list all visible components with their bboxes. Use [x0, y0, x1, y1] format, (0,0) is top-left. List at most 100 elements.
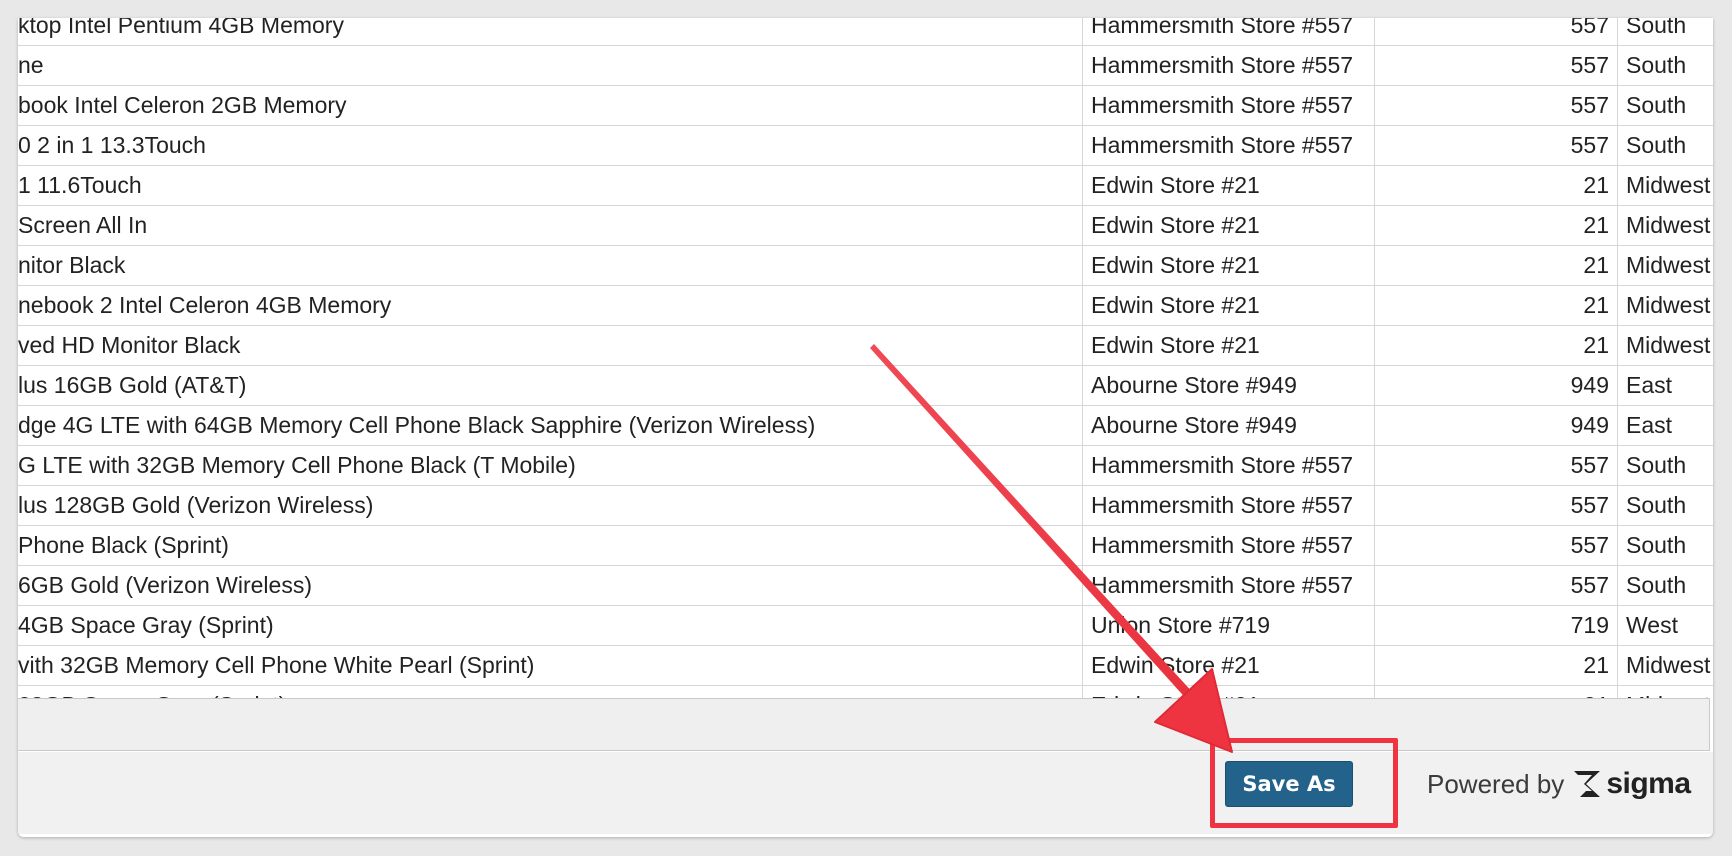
store-cell[interactable]: Hammersmith Store #557: [1082, 126, 1374, 165]
store-cell[interactable]: Hammersmith Store #557: [1082, 46, 1374, 85]
table-row[interactable]: 0 2 in 1 13.3Touch Hammersmith Store #557…: [18, 126, 1713, 166]
region-cell[interactable]: Midwest: [1617, 206, 1713, 245]
store-number-cell[interactable]: 21: [1374, 246, 1617, 285]
store-number-cell[interactable]: 21: [1374, 166, 1617, 205]
table-row[interactable]: Phone Black (Sprint) Hammersmith Store #5…: [18, 526, 1713, 566]
table-row[interactable]: ne Hammersmith Store #557 557 South: [18, 46, 1713, 86]
table-row[interactable]: lus 128GB Gold (Verizon Wireless) Hammers…: [18, 486, 1713, 526]
store-cell[interactable]: Abourne Store #949: [1082, 406, 1374, 445]
store-number-cell[interactable]: 21: [1374, 686, 1617, 698]
product-cell[interactable]: 1 11.6Touch: [18, 166, 1082, 205]
store-cell[interactable]: Hammersmith Store #557: [1082, 18, 1374, 45]
product-cell[interactable]: 0 2 in 1 13.3Touch: [18, 126, 1082, 165]
product-cell[interactable]: ne: [18, 46, 1082, 85]
region-cell[interactable]: South: [1617, 126, 1713, 165]
horizontal-scrollbar[interactable]: [18, 698, 1710, 751]
store-number-cell[interactable]: 557: [1374, 46, 1617, 85]
product-cell[interactable]: Phone Black (Sprint): [18, 526, 1082, 565]
table-row[interactable]: 1 11.6Touch Edwin Store #21 21 Midwest: [18, 166, 1713, 206]
region-cell[interactable]: Midwest: [1617, 166, 1713, 205]
product-cell[interactable]: lus 16GB Gold (AT&T): [18, 366, 1082, 405]
store-number-cell[interactable]: 557: [1374, 18, 1617, 45]
table-row[interactable]: nebook 2 Intel Celeron 4GB Memory Edwin S…: [18, 286, 1713, 326]
store-cell[interactable]: Edwin Store #21: [1082, 286, 1374, 325]
store-number-cell[interactable]: 557: [1374, 446, 1617, 485]
store-cell[interactable]: Union Store #719: [1082, 606, 1374, 645]
product-cell[interactable]: lus 128GB Gold (Verizon Wireless): [18, 486, 1082, 525]
table-row[interactable]: ved HD Monitor Black Edwin Store #21 21 Mid…: [18, 326, 1713, 366]
region-cell[interactable]: Midwest: [1617, 286, 1713, 325]
footer-divider: [18, 834, 1713, 837]
store-cell[interactable]: Abourne Store #949: [1082, 366, 1374, 405]
store-number-cell[interactable]: 557: [1374, 486, 1617, 525]
store-cell[interactable]: Edwin Store #21: [1082, 206, 1374, 245]
product-cell[interactable]: dge 4G LTE with 64GB Memory Cell Phone B…: [18, 406, 1082, 445]
table-row[interactable]: Screen All In Edwin Store #21 21 Midwest: [18, 206, 1713, 246]
store-number-cell[interactable]: 21: [1374, 646, 1617, 685]
product-cell[interactable]: nebook 2 Intel Celeron 4GB Memory: [18, 286, 1082, 325]
region-cell[interactable]: South: [1617, 486, 1713, 525]
region-cell[interactable]: Midwest: [1617, 246, 1713, 285]
store-cell[interactable]: Edwin Store #21: [1082, 326, 1374, 365]
region-cell[interactable]: West: [1617, 606, 1713, 645]
product-cell[interactable]: G LTE with 32GB Memory Cell Phone Black …: [18, 446, 1082, 485]
sigma-logo: sigma: [1572, 767, 1691, 801]
sigma-logo-icon: [1574, 771, 1601, 797]
store-cell[interactable]: Hammersmith Store #557: [1082, 526, 1374, 565]
store-number-cell[interactable]: 719: [1374, 606, 1617, 645]
store-number-cell[interactable]: 949: [1374, 366, 1617, 405]
region-cell[interactable]: South: [1617, 526, 1713, 565]
table-row[interactable]: book Intel Celeron 2GB Memory Hammersmith…: [18, 86, 1713, 126]
table-row[interactable]: ktop Intel Pentium 4GB Memory Hammersmith…: [18, 18, 1713, 46]
region-cell[interactable]: South: [1617, 566, 1713, 605]
product-cell[interactable]: 6GB Gold (Verizon Wireless): [18, 566, 1082, 605]
region-cell[interactable]: South: [1617, 446, 1713, 485]
powered-by-label: Powered by: [1427, 768, 1565, 799]
table-row[interactable]: vith 32GB Memory Cell Phone White Pearl …: [18, 646, 1713, 686]
store-cell[interactable]: Edwin Store #21: [1082, 166, 1374, 205]
region-cell[interactable]: East: [1617, 366, 1713, 405]
save-as-button[interactable]: Save As: [1225, 761, 1353, 807]
product-cell[interactable]: ved HD Monitor Black: [18, 326, 1082, 365]
store-number-cell[interactable]: 557: [1374, 86, 1617, 125]
store-number-cell[interactable]: 557: [1374, 126, 1617, 165]
region-cell[interactable]: South: [1617, 18, 1713, 45]
store-number-cell[interactable]: 557: [1374, 566, 1617, 605]
product-cell[interactable]: vith 32GB Memory Cell Phone White Pearl …: [18, 646, 1082, 685]
data-panel: ktop Intel Pentium 4GB Memory Hammersmith…: [18, 18, 1713, 837]
store-number-cell[interactable]: 21: [1374, 286, 1617, 325]
store-number-cell[interactable]: 21: [1374, 326, 1617, 365]
store-number-cell[interactable]: 949: [1374, 406, 1617, 445]
product-cell[interactable]: 4GB Space Gray (Sprint): [18, 606, 1082, 645]
data-table: ktop Intel Pentium 4GB Memory Hammersmith…: [18, 18, 1713, 698]
region-cell[interactable]: South: [1617, 86, 1713, 125]
product-cell[interactable]: Screen All In: [18, 206, 1082, 245]
powered-by-sigma[interactable]: Powered by sigma: [1427, 764, 1691, 804]
table-row[interactable]: nitor Black Edwin Store #21 21 Midwest: [18, 246, 1713, 286]
store-cell[interactable]: Edwin Store #21: [1082, 686, 1374, 698]
region-cell[interactable]: South: [1617, 46, 1713, 85]
store-number-cell[interactable]: 557: [1374, 526, 1617, 565]
region-cell[interactable]: Midwest: [1617, 686, 1713, 698]
product-cell[interactable]: book Intel Celeron 2GB Memory: [18, 86, 1082, 125]
region-cell[interactable]: East: [1617, 406, 1713, 445]
table-row[interactable]: 28GB Space Gray (Sprint)Edwin Store #212…: [18, 686, 1713, 698]
table-row[interactable]: G LTE with 32GB Memory Cell Phone Black …: [18, 446, 1713, 486]
product-cell[interactable]: 28GB Space Gray (Sprint): [18, 686, 1082, 698]
table-row[interactable]: lus 16GB Gold (AT&T) Abourne Store #949 94…: [18, 366, 1713, 406]
table-row[interactable]: 4GB Space Gray (Sprint) Union Store #719 7…: [18, 606, 1713, 646]
table-row[interactable]: dge 4G LTE with 64GB Memory Cell Phone B…: [18, 406, 1713, 446]
store-number-cell[interactable]: 21: [1374, 206, 1617, 245]
region-cell[interactable]: Midwest: [1617, 646, 1713, 685]
region-cell[interactable]: Midwest: [1617, 326, 1713, 365]
store-cell[interactable]: Edwin Store #21: [1082, 646, 1374, 685]
store-cell[interactable]: Hammersmith Store #557: [1082, 486, 1374, 525]
sigma-brand-name: sigma: [1606, 767, 1691, 800]
store-cell[interactable]: Edwin Store #21: [1082, 246, 1374, 285]
store-cell[interactable]: Hammersmith Store #557: [1082, 446, 1374, 485]
store-cell[interactable]: Hammersmith Store #557: [1082, 86, 1374, 125]
table-row[interactable]: 6GB Gold (Verizon Wireless) Hammersmith S…: [18, 566, 1713, 606]
store-cell[interactable]: Hammersmith Store #557: [1082, 566, 1374, 605]
product-cell[interactable]: nitor Black: [18, 246, 1082, 285]
product-cell[interactable]: ktop Intel Pentium 4GB Memory: [18, 18, 1082, 45]
